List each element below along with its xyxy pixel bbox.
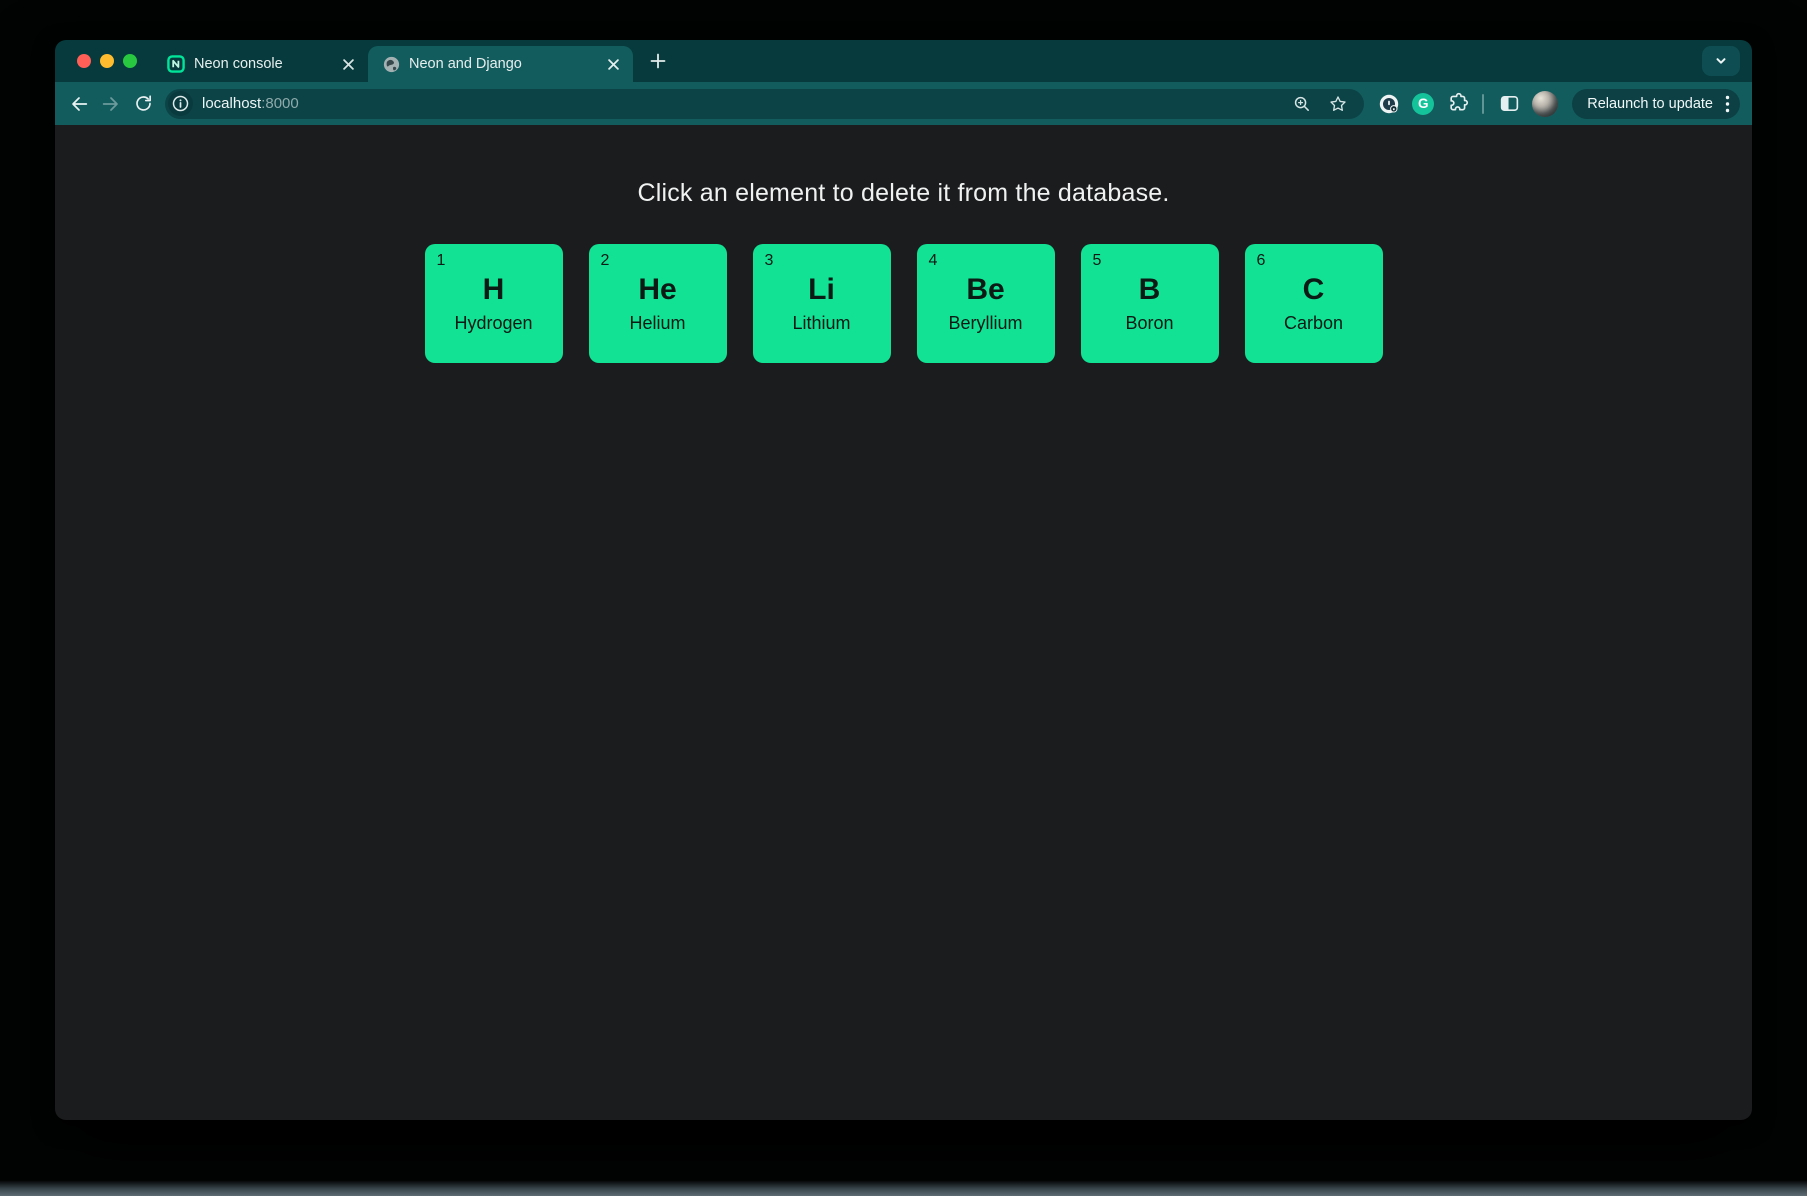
- element-name: Beryllium: [948, 313, 1022, 334]
- bookmark-star-icon[interactable]: [1328, 94, 1348, 114]
- tab-neon-console[interactable]: Neon console: [153, 46, 368, 82]
- tab-neon-and-django[interactable]: Neon and Django: [368, 46, 633, 82]
- fullscreen-window-button[interactable]: [123, 54, 137, 68]
- element-name: Helium: [629, 313, 685, 334]
- relaunch-label: Relaunch to update: [1587, 96, 1713, 112]
- atomic-number: 3: [765, 252, 774, 270]
- url-host: localhost: [202, 95, 261, 112]
- tab-title: Neon and Django: [409, 56, 594, 72]
- element-card[interactable]: 3 Li Lithium: [753, 244, 891, 363]
- urlbar-actions: [1292, 94, 1348, 114]
- extensions-puzzle-icon[interactable]: [1443, 90, 1471, 118]
- atomic-number: 2: [601, 252, 610, 270]
- window-controls: [77, 54, 137, 68]
- url-text: localhost:8000: [202, 95, 1292, 112]
- tab-list-chevron-button[interactable]: [1702, 46, 1740, 76]
- site-info-icon[interactable]: [168, 91, 193, 116]
- element-name: Carbon: [1284, 313, 1343, 334]
- forward-button[interactable]: [95, 88, 127, 120]
- element-name: Boron: [1125, 313, 1173, 334]
- profile-avatar[interactable]: [1532, 91, 1558, 117]
- element-name: Lithium: [792, 313, 850, 334]
- grammarly-glyph: G: [1412, 93, 1434, 115]
- tab-title: Neon console: [194, 56, 329, 72]
- sidebar-toggle-icon[interactable]: [1495, 90, 1523, 118]
- new-tab-button[interactable]: [643, 46, 673, 76]
- url-port: :8000: [261, 95, 299, 112]
- url-bar[interactable]: localhost:8000: [165, 89, 1364, 119]
- atomic-number: 6: [1257, 252, 1266, 270]
- close-window-button[interactable]: [77, 54, 91, 68]
- element-symbol: B: [1139, 273, 1161, 306]
- back-button[interactable]: [63, 88, 95, 120]
- globe-icon: [382, 55, 400, 73]
- toolbar-divider: [1482, 94, 1484, 114]
- element-card[interactable]: 1 H Hydrogen: [425, 244, 563, 363]
- page-heading: Click an element to delete it from the d…: [637, 179, 1169, 208]
- element-name: Hydrogen: [454, 313, 532, 334]
- browser-window: Neon console Neon and Django: [55, 40, 1752, 1120]
- element-symbol: He: [638, 273, 676, 306]
- reload-button[interactable]: [127, 88, 159, 120]
- kebab-menu-icon[interactable]: [1725, 95, 1730, 113]
- password-manager-extension-icon[interactable]: [1375, 90, 1403, 118]
- page-content: Click an element to delete it from the d…: [55, 125, 1752, 1120]
- element-symbol: Be: [966, 273, 1004, 306]
- element-grid: 1 H Hydrogen 2 He Helium 3 Li Lithium 4 …: [425, 244, 1383, 363]
- element-symbol: Li: [808, 273, 835, 306]
- element-symbol: C: [1303, 273, 1325, 306]
- element-card[interactable]: 4 Be Beryllium: [917, 244, 1055, 363]
- desktop: Neon console Neon and Django: [0, 0, 1807, 1196]
- close-tab-icon[interactable]: [603, 54, 623, 74]
- tab-strip: Neon console Neon and Django: [55, 40, 1752, 82]
- zoom-icon[interactable]: [1292, 94, 1312, 114]
- atomic-number: 1: [437, 252, 446, 270]
- desktop-edge: [0, 1180, 1807, 1196]
- grammarly-extension-icon[interactable]: G: [1409, 90, 1437, 118]
- element-symbol: H: [483, 273, 505, 306]
- minimize-window-button[interactable]: [100, 54, 114, 68]
- atomic-number: 4: [929, 252, 938, 270]
- element-card[interactable]: 6 C Carbon: [1245, 244, 1383, 363]
- neon-logo-icon: [167, 55, 185, 73]
- close-tab-icon[interactable]: [338, 54, 358, 74]
- element-card[interactable]: 2 He Helium: [589, 244, 727, 363]
- atomic-number: 5: [1093, 252, 1102, 270]
- relaunch-button[interactable]: Relaunch to update: [1572, 89, 1740, 119]
- element-card[interactable]: 5 B Boron: [1081, 244, 1219, 363]
- toolbar: localhost:8000: [55, 82, 1752, 125]
